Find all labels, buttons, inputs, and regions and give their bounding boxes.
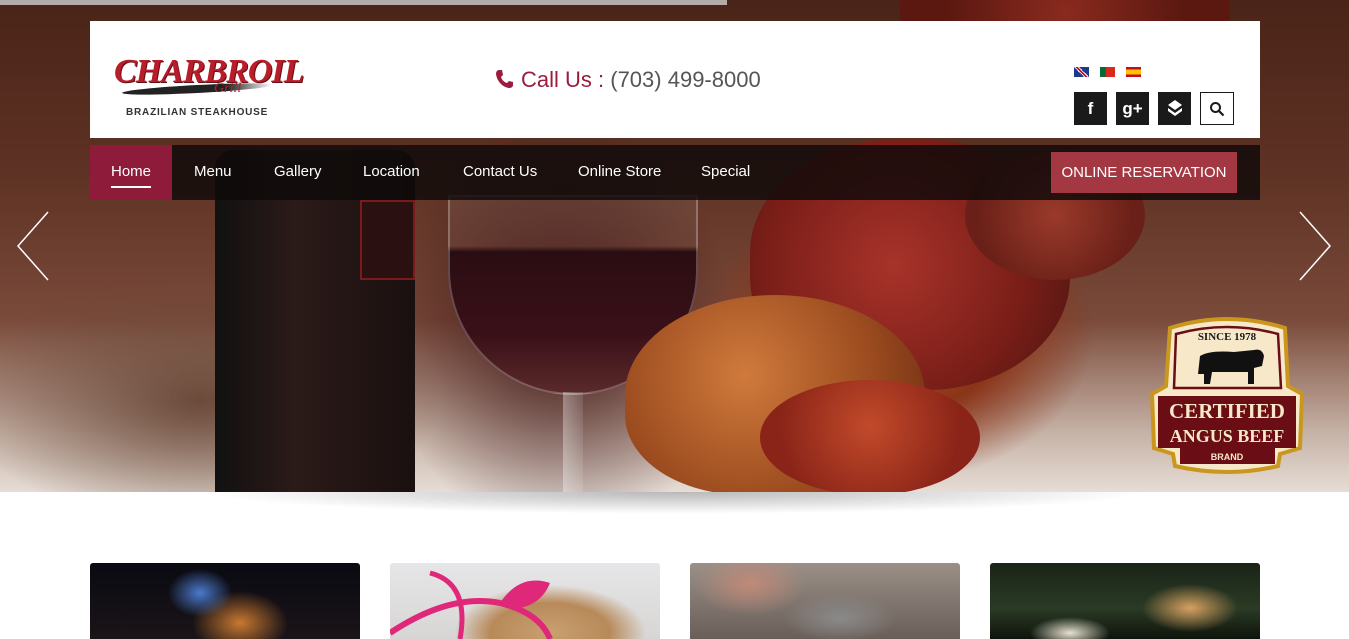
nav-item-label: Special [701,163,751,180]
nav-item-label: Menu [194,163,232,180]
nav-item-home[interactable]: Home [90,145,172,200]
call-us-label: Call Us : [521,67,605,92]
phone-number[interactable]: (703) 499-8000 [610,67,760,92]
nav-item-label: Gallery [274,163,322,180]
slider-next-arrow-icon[interactable] [1294,210,1334,282]
nav-item-online-store[interactable]: Online Store [578,145,661,200]
spanish-flag-icon[interactable] [1126,67,1141,77]
feature-thumbnail-buffet[interactable] [990,563,1260,639]
badge-line1: CERTIFIED [1169,399,1285,423]
google-plus-icon[interactable]: g+ [1116,92,1149,125]
gift-ribbon-image [390,570,553,639]
nav-item-contact-us[interactable]: Contact Us [463,145,537,200]
wine-glass-stem-image [563,392,583,492]
social-links: f g+ [1074,92,1243,125]
certified-angus-beef-badge: SINCE 1978 CERTIFIED ANGUS BEEF BRAND [1149,316,1305,476]
call-us: Call Us : (703) 499-8000 [495,67,761,93]
feature-thumbnail-phone[interactable] [690,563,960,639]
hero-shadow [200,492,1150,514]
online-reservation-button[interactable]: ONLINE RESERVATION [1051,152,1237,193]
search-icon[interactable] [1200,92,1234,125]
bottle-label-image [360,200,415,280]
foursquare-icon[interactable] [1158,92,1191,125]
site-header: CHARBROIL Grill BRAZILIAN STEAKHOUSE Cal… [90,21,1260,138]
nav-item-location[interactable]: Location [363,145,420,200]
nav-item-label: Contact Us [463,163,538,180]
badge-line2: ANGUS BEEF [1170,426,1285,446]
main-nav: Home Menu Gallery Location Contact Us On… [90,145,1260,200]
slider-prev-arrow-icon[interactable] [14,210,54,282]
meat-skewer-image [760,380,980,492]
logo-script: Grill [214,81,242,96]
phone-icon [495,69,513,89]
facebook-icon[interactable]: f [1074,92,1107,125]
feature-thumbnail-cocktails[interactable] [90,563,360,639]
logo-tagline: BRAZILIAN STEAKHOUSE [126,107,269,118]
nav-item-label: Online Store [578,163,662,180]
slider-progress-bar [0,0,727,5]
language-selector [1074,64,1152,82]
charbroil-logo[interactable]: CHARBROIL Grill BRAZILIAN STEAKHOUSE [114,53,304,123]
nav-item-label: Home [110,163,151,180]
english-flag-icon[interactable] [1074,67,1089,77]
feature-thumbnail-gift[interactable] [390,563,660,639]
nav-item-gallery[interactable]: Gallery [274,145,322,200]
nav-item-label: Location [363,163,420,180]
nav-item-menu[interactable]: Menu [194,145,232,200]
active-underline [111,186,151,188]
badge-brand: BRAND [1211,452,1244,462]
nav-item-special[interactable]: Special [701,145,750,200]
badge-since: SINCE 1978 [1198,331,1257,343]
portuguese-flag-icon[interactable] [1100,67,1115,77]
